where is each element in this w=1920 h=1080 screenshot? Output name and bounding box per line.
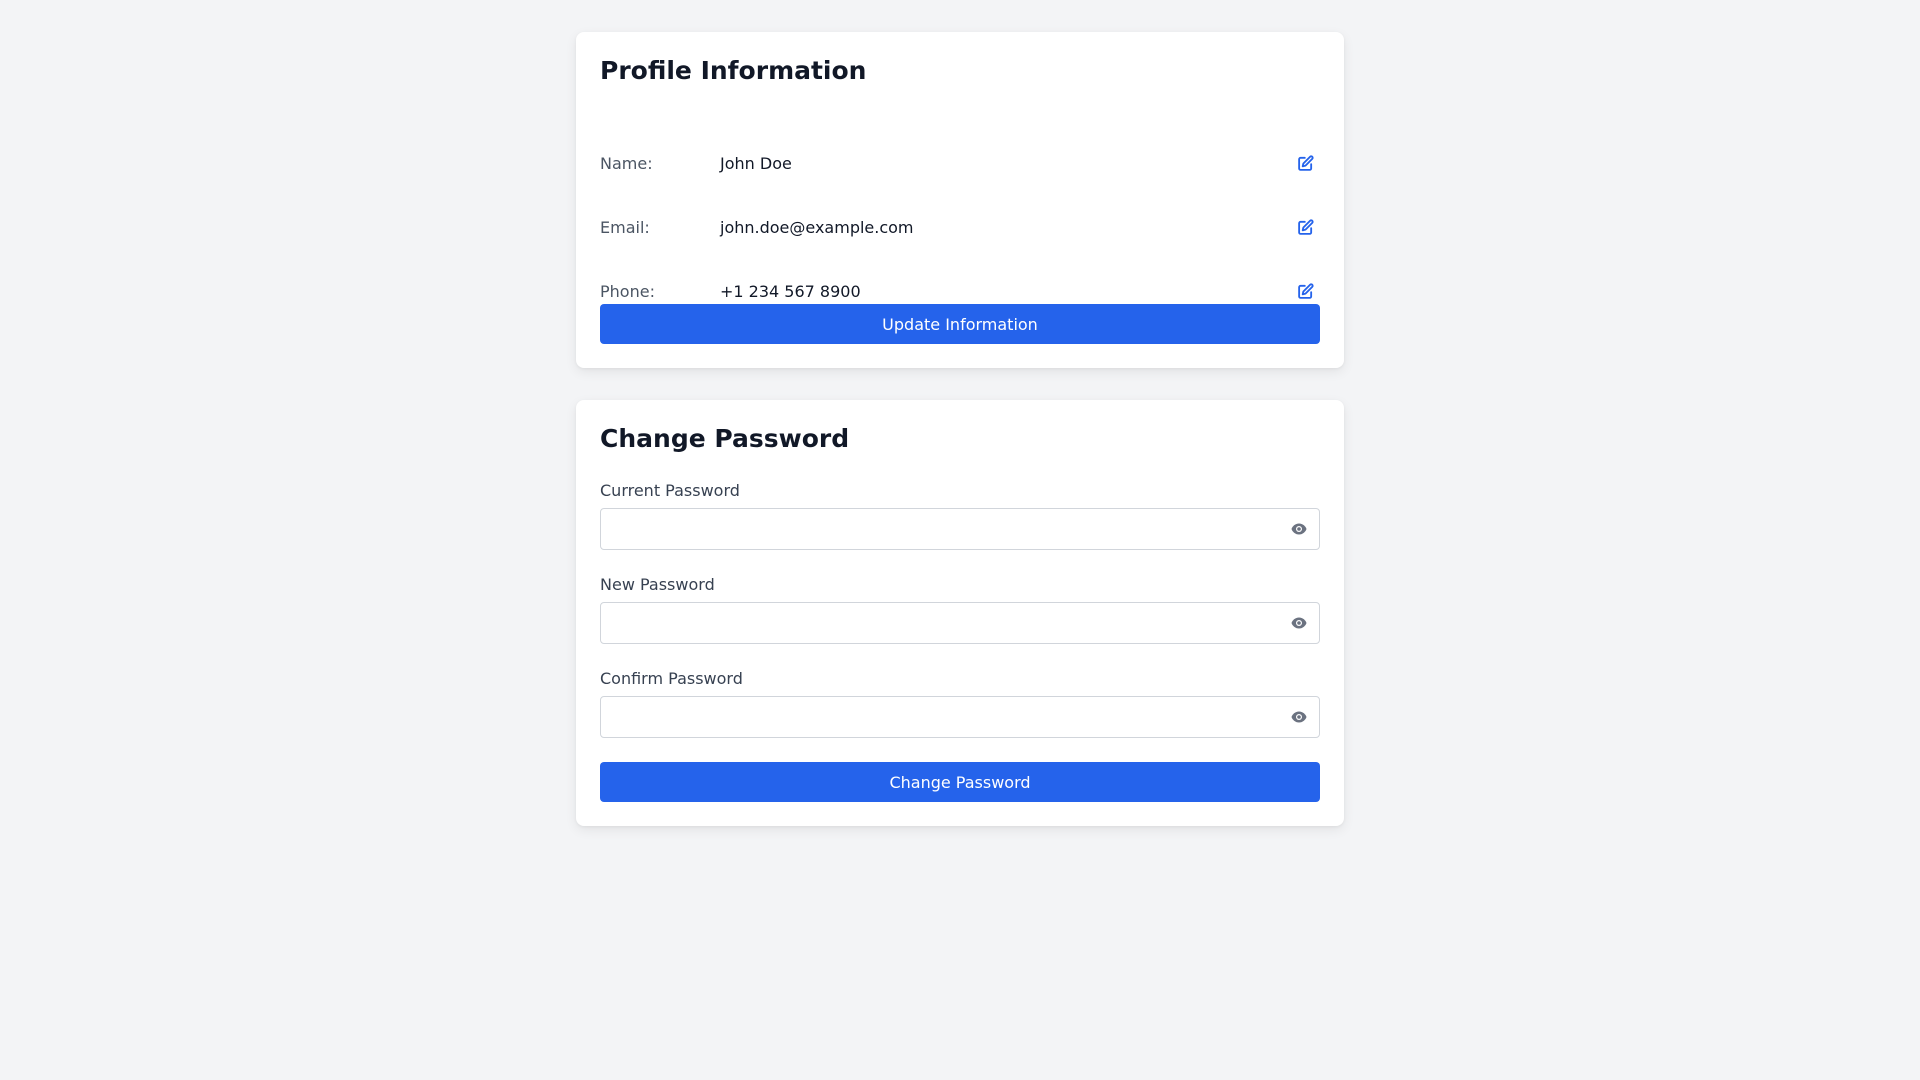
password-card: Change Password Current Password New Pas… xyxy=(576,400,1344,826)
edit-email-button[interactable] xyxy=(1290,212,1320,242)
new-password-field xyxy=(600,602,1320,644)
confirm-password-field xyxy=(600,696,1320,738)
edit-icon xyxy=(1297,154,1314,171)
profile-row-email: Email: john.doe@example.com xyxy=(600,212,1320,242)
new-password-input[interactable] xyxy=(601,603,1319,643)
current-password-label: Current Password xyxy=(600,481,740,500)
toggle-current-password-visibility[interactable] xyxy=(1285,515,1313,543)
eye-icon xyxy=(1291,711,1307,723)
email-label: Email: xyxy=(600,217,650,237)
profile-row-name: Name: John Doe xyxy=(600,148,1320,178)
email-value: john.doe@example.com xyxy=(720,217,914,237)
edit-name-button[interactable] xyxy=(1290,148,1320,178)
name-label: Name: xyxy=(600,153,653,173)
profile-card: Profile Information Name: John Doe Email… xyxy=(576,32,1344,368)
name-value: John Doe xyxy=(720,153,792,173)
phone-value: +1 234 567 8900 xyxy=(720,281,861,301)
password-title: Change Password xyxy=(600,424,850,453)
eye-icon xyxy=(1291,523,1307,535)
current-password-input[interactable] xyxy=(601,509,1319,549)
toggle-new-password-visibility[interactable] xyxy=(1285,609,1313,637)
eye-icon xyxy=(1291,617,1307,629)
toggle-confirm-password-visibility[interactable] xyxy=(1285,703,1313,731)
profile-row-phone: Phone: +1 234 567 8900 xyxy=(600,276,1320,306)
phone-label: Phone: xyxy=(600,281,655,301)
confirm-password-input[interactable] xyxy=(601,697,1319,737)
profile-title: Profile Information xyxy=(600,56,867,85)
page: Profile Information Name: John Doe Email… xyxy=(0,0,1920,1080)
change-password-button[interactable]: Change Password xyxy=(600,762,1320,802)
confirm-password-label: Confirm Password xyxy=(600,669,743,688)
update-information-button[interactable]: Update Information xyxy=(600,304,1320,344)
edit-icon xyxy=(1297,282,1314,299)
current-password-field xyxy=(600,508,1320,550)
new-password-label: New Password xyxy=(600,575,715,594)
edit-icon xyxy=(1297,218,1314,235)
edit-phone-button[interactable] xyxy=(1290,276,1320,306)
